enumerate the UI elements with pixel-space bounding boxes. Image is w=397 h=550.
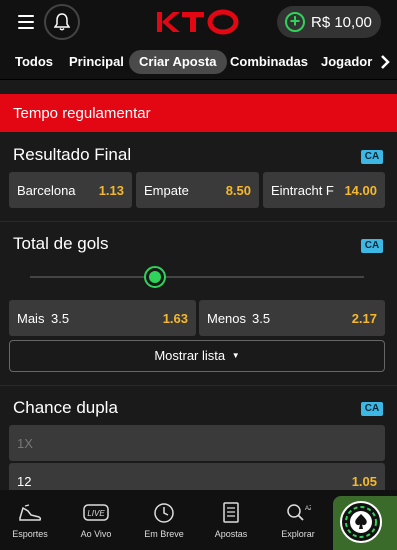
odd-1x[interactable]: 1X xyxy=(9,425,385,461)
tab-criar-aposta[interactable]: Criar Aposta xyxy=(129,50,227,74)
odd-value: 2.17 xyxy=(351,311,377,326)
selection-label: Empate xyxy=(144,183,189,198)
tab-principal[interactable]: Principal xyxy=(69,50,124,74)
over-line: 3.5 xyxy=(51,311,70,326)
goals-line-slider-handle[interactable] xyxy=(144,266,166,288)
ca-badge: CA xyxy=(361,150,383,164)
casino-chip-icon xyxy=(340,501,382,543)
live-icon: LIVE xyxy=(83,504,109,521)
selection-label: 12 xyxy=(17,474,32,489)
chevron-right-icon xyxy=(381,55,390,69)
divider xyxy=(0,385,397,386)
plus-icon: + xyxy=(285,12,305,32)
search-az-icon: AZ xyxy=(287,504,311,521)
nav-esportes[interactable]: Esportes xyxy=(0,490,63,550)
show-list-label: Mostrar lista xyxy=(154,348,226,363)
nav-ao-vivo[interactable]: LIVE Ao Vivo xyxy=(63,490,129,550)
caret-down-icon: ▼ xyxy=(231,351,240,360)
nav-label: Apostas xyxy=(214,529,248,539)
over-label: Mais xyxy=(17,311,45,326)
nav-apostas[interactable]: Apostas xyxy=(198,490,264,550)
deposit-balance-button[interactable]: + R$ 10,00 xyxy=(277,6,381,38)
odd-value: 8.50 xyxy=(225,183,251,198)
scroll-right-button[interactable] xyxy=(378,54,397,70)
selection-label: 1X xyxy=(17,436,33,451)
odd-under[interactable]: Menos 3.5 2.17 xyxy=(199,300,385,336)
odd-value: 14.00 xyxy=(344,183,377,198)
sneaker-icon xyxy=(19,504,42,521)
odd-barcelona[interactable]: Barcelona 1.13 xyxy=(9,172,132,208)
nav-explorar[interactable]: AZ Explorar xyxy=(265,490,331,550)
market-title-chance: Chance dupla xyxy=(13,398,118,417)
nav-label: Esportes xyxy=(12,529,48,539)
clock-icon xyxy=(154,503,174,523)
tab-jogador[interactable]: Jogador xyxy=(321,50,372,74)
under-line: 3.5 xyxy=(252,311,271,326)
selection-label: Barcelona xyxy=(17,183,76,198)
odd-eintracht[interactable]: Eintracht F 14.00 xyxy=(263,172,385,208)
odd-value: 1.63 xyxy=(162,311,188,326)
odd-value: 1.05 xyxy=(351,474,377,489)
ca-badge: CA xyxy=(361,402,383,416)
divider xyxy=(0,221,397,222)
nav-label: Ao Vivo xyxy=(80,529,112,539)
nav-label: Explorar xyxy=(281,529,315,539)
selection-label: Eintracht F xyxy=(271,183,334,198)
betslip-icon xyxy=(223,502,239,523)
ca-badge: CA xyxy=(361,239,383,253)
odd-over[interactable]: Mais 3.5 1.63 xyxy=(9,300,196,336)
odd-empate[interactable]: Empate 8.50 xyxy=(136,172,259,208)
market-tabs: Todos Principal Criar Aposta Combinadas … xyxy=(0,44,397,80)
kto-logo[interactable] xyxy=(155,8,239,36)
balance-amount: R$ 10,00 xyxy=(311,13,372,31)
tab-combinadas[interactable]: Combinadas xyxy=(230,50,308,74)
svg-text:AZ: AZ xyxy=(305,506,311,512)
show-list-button[interactable]: Mostrar lista ▼ xyxy=(9,340,385,372)
top-header: + R$ 10,00 xyxy=(0,0,397,44)
market-title-gols: Total de gols xyxy=(13,234,109,253)
under-label: Menos xyxy=(207,311,247,326)
menu-icon[interactable] xyxy=(18,15,34,29)
casino-button[interactable] xyxy=(333,496,397,550)
market-title-resultado: Resultado Final xyxy=(13,145,132,164)
nav-label: Em Breve xyxy=(144,529,184,539)
svg-text:LIVE: LIVE xyxy=(87,509,105,518)
bell-icon xyxy=(54,13,70,31)
period-banner: Tempo regulamentar xyxy=(0,94,397,132)
notifications-button[interactable] xyxy=(44,4,80,40)
odd-value: 1.13 xyxy=(98,183,124,198)
banner-text: Tempo regulamentar xyxy=(13,105,151,122)
goals-line-slider-track[interactable] xyxy=(30,276,364,278)
nav-em-breve[interactable]: Em Breve xyxy=(131,490,197,550)
tab-todos[interactable]: Todos xyxy=(15,50,53,74)
